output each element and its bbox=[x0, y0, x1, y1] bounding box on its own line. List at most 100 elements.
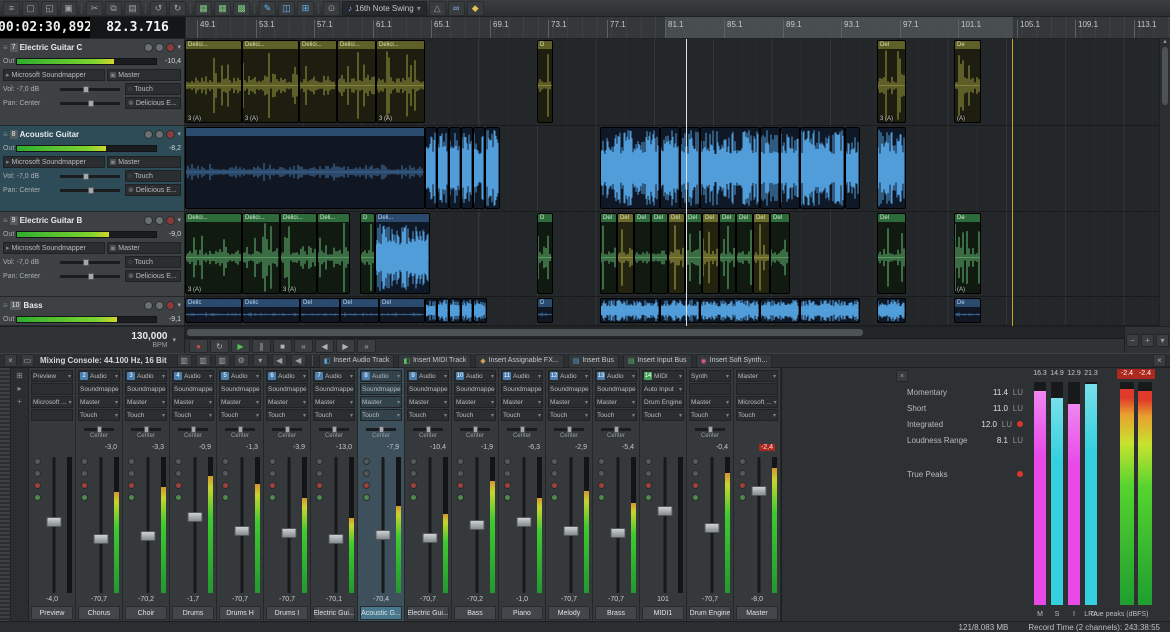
strip-pan[interactable]: Center bbox=[689, 422, 731, 444]
new-project-icon[interactable]: ▢ bbox=[22, 1, 39, 16]
volume-fader[interactable] bbox=[376, 530, 391, 540]
track-header[interactable]: ≡8Acoustic Guitar▾Out-8,2▸Microsoft Soun… bbox=[0, 126, 184, 212]
audio-clip[interactable] bbox=[700, 298, 760, 323]
strip-automation[interactable]: Touch▾ bbox=[548, 409, 590, 421]
clips-pane[interactable]: Delici...3 (A)Delici...3 (A)Delici...Del… bbox=[185, 39, 1159, 326]
strip-automation[interactable]: Touch▾ bbox=[736, 409, 778, 421]
audio-clip[interactable]: Deli... bbox=[375, 213, 430, 294]
strip-name[interactable]: Electric Gui... bbox=[407, 606, 449, 620]
arm-record-button[interactable] bbox=[222, 482, 229, 489]
audio-clip[interactable]: De bbox=[954, 298, 981, 323]
dock-drag-handle[interactable] bbox=[0, 368, 11, 621]
strip-automation[interactable]: Touch▾ bbox=[454, 409, 496, 421]
strip-output[interactable]: Drum Engine▾ bbox=[642, 396, 684, 408]
audio-clip[interactable] bbox=[473, 298, 487, 323]
pan-slider[interactable] bbox=[131, 428, 161, 431]
strip-automation[interactable]: Touch▾ bbox=[266, 409, 308, 421]
pan-handle[interactable] bbox=[614, 426, 619, 433]
paste-icon[interactable]: ▤ bbox=[124, 1, 141, 16]
mixer-strip[interactable]: 11Audio▾Soundmapper▾Master▾Touch▾Center-… bbox=[499, 368, 546, 621]
restore-console-button[interactable]: ▭ bbox=[21, 354, 34, 367]
strip-input[interactable]: Soundmapper▾ bbox=[78, 383, 120, 395]
fx-bin-item[interactable]: ⊗Delicious E... bbox=[125, 270, 181, 282]
strip-automation[interactable]: Touch▾ bbox=[313, 409, 355, 421]
audio-clip[interactable] bbox=[600, 127, 660, 209]
add-module-icon[interactable]: + bbox=[17, 397, 22, 406]
strip-output[interactable]: Master▾ bbox=[125, 396, 167, 408]
mute-button[interactable] bbox=[81, 458, 88, 465]
fx-bin-item[interactable]: ⊗Delicious E... bbox=[125, 97, 181, 109]
solo-button[interactable] bbox=[551, 470, 558, 477]
audio-clip[interactable]: Delici...3 (A) bbox=[185, 40, 242, 123]
track-vertical-scrollbar[interactable]: ▲ bbox=[1159, 39, 1170, 326]
solo-button[interactable] bbox=[645, 470, 652, 477]
time-display-smpte[interactable]: 00:02:30,892 bbox=[0, 17, 90, 38]
strip-input[interactable] bbox=[736, 383, 778, 395]
tempo-value[interactable]: 130,000 bbox=[131, 331, 167, 342]
strip-name[interactable]: Drums I bbox=[266, 606, 308, 620]
audio-clip[interactable]: De(A) bbox=[954, 40, 981, 123]
volume-fader[interactable] bbox=[752, 486, 767, 496]
mute-button[interactable] bbox=[144, 216, 153, 225]
arm-record-button[interactable] bbox=[316, 482, 323, 489]
write-automation-button[interactable] bbox=[34, 494, 41, 501]
audio-clip[interactable]: Delic bbox=[242, 298, 300, 323]
volume-fader[interactable] bbox=[423, 533, 438, 543]
slider-handle[interactable] bbox=[88, 187, 94, 194]
track-menu-icon[interactable]: ▾ bbox=[177, 301, 181, 309]
smart-tool-icon[interactable]: ▦ bbox=[195, 1, 212, 16]
write-automation-button[interactable] bbox=[410, 494, 417, 501]
loop-icon[interactable]: ∞ bbox=[448, 1, 465, 16]
loop-button[interactable]: ↻ bbox=[210, 339, 229, 353]
mute-button[interactable] bbox=[128, 458, 135, 465]
track-grip-icon[interactable]: ≡ bbox=[3, 130, 8, 139]
pan-handle[interactable] bbox=[144, 426, 149, 433]
volume-slider[interactable] bbox=[60, 175, 120, 178]
track-name[interactable]: Electric Guitar B bbox=[20, 216, 143, 225]
strip-type[interactable]: 6Audio▾ bbox=[266, 370, 308, 382]
audio-clip[interactable]: Del bbox=[702, 213, 719, 294]
solo-button[interactable] bbox=[269, 470, 276, 477]
strip-type[interactable]: 12Audio▾ bbox=[548, 370, 590, 382]
mute-button[interactable] bbox=[144, 301, 153, 310]
strip-input[interactable] bbox=[689, 383, 731, 395]
strip-pan[interactable]: Center bbox=[548, 422, 590, 444]
strip-type[interactable]: 5Audio▾ bbox=[219, 370, 261, 382]
audio-clip[interactable]: Del bbox=[770, 213, 790, 294]
audio-clip[interactable]: Delici... bbox=[299, 40, 337, 123]
audio-clip[interactable]: Del bbox=[736, 213, 753, 294]
audio-clip[interactable]: Deli... bbox=[317, 213, 350, 294]
audio-clip[interactable]: D bbox=[537, 298, 553, 323]
audio-clip[interactable] bbox=[437, 127, 449, 209]
pan-handle[interactable] bbox=[97, 426, 102, 433]
stop-button[interactable]: ■ bbox=[273, 339, 292, 353]
audio-clip[interactable] bbox=[780, 127, 800, 209]
audio-clip[interactable] bbox=[425, 127, 437, 209]
strip-output[interactable]: Master▾ bbox=[360, 396, 402, 408]
pan-slider[interactable] bbox=[460, 428, 490, 431]
input-select[interactable]: ▸Microsoft Soundmapper bbox=[3, 242, 105, 254]
arm-record-button[interactable] bbox=[504, 482, 511, 489]
volume-fader[interactable] bbox=[329, 534, 344, 544]
audio-clip[interactable]: Del bbox=[753, 213, 770, 294]
write-automation-button[interactable] bbox=[175, 494, 182, 501]
erase-tool-icon[interactable]: ◫ bbox=[278, 1, 295, 16]
zoom-in-button[interactable]: + bbox=[1141, 334, 1154, 347]
pan-slider[interactable] bbox=[225, 428, 255, 431]
tempo-module[interactable]: 130,000 BPM ▾ bbox=[0, 327, 185, 353]
audio-clip[interactable] bbox=[877, 127, 906, 209]
audio-clip[interactable]: Delici... bbox=[242, 213, 280, 294]
console-menu-icon[interactable]: ▾ bbox=[253, 354, 268, 367]
pan-handle[interactable] bbox=[379, 426, 384, 433]
solo-button[interactable] bbox=[155, 216, 164, 225]
strip-pan[interactable]: Center bbox=[219, 422, 261, 444]
strip-automation[interactable]: Touch▾ bbox=[642, 409, 684, 421]
copy-icon[interactable]: ⧉ bbox=[105, 1, 122, 16]
strip-input[interactable]: Soundmapper▾ bbox=[407, 383, 449, 395]
arm-record-button[interactable] bbox=[410, 482, 417, 489]
edit-tool-icon[interactable]: ▩ bbox=[233, 1, 250, 16]
strip-input[interactable]: Soundmapper▾ bbox=[501, 383, 543, 395]
solo-button[interactable] bbox=[410, 470, 417, 477]
strip-output[interactable]: Master▾ bbox=[78, 396, 120, 408]
mute-button[interactable] bbox=[551, 458, 558, 465]
